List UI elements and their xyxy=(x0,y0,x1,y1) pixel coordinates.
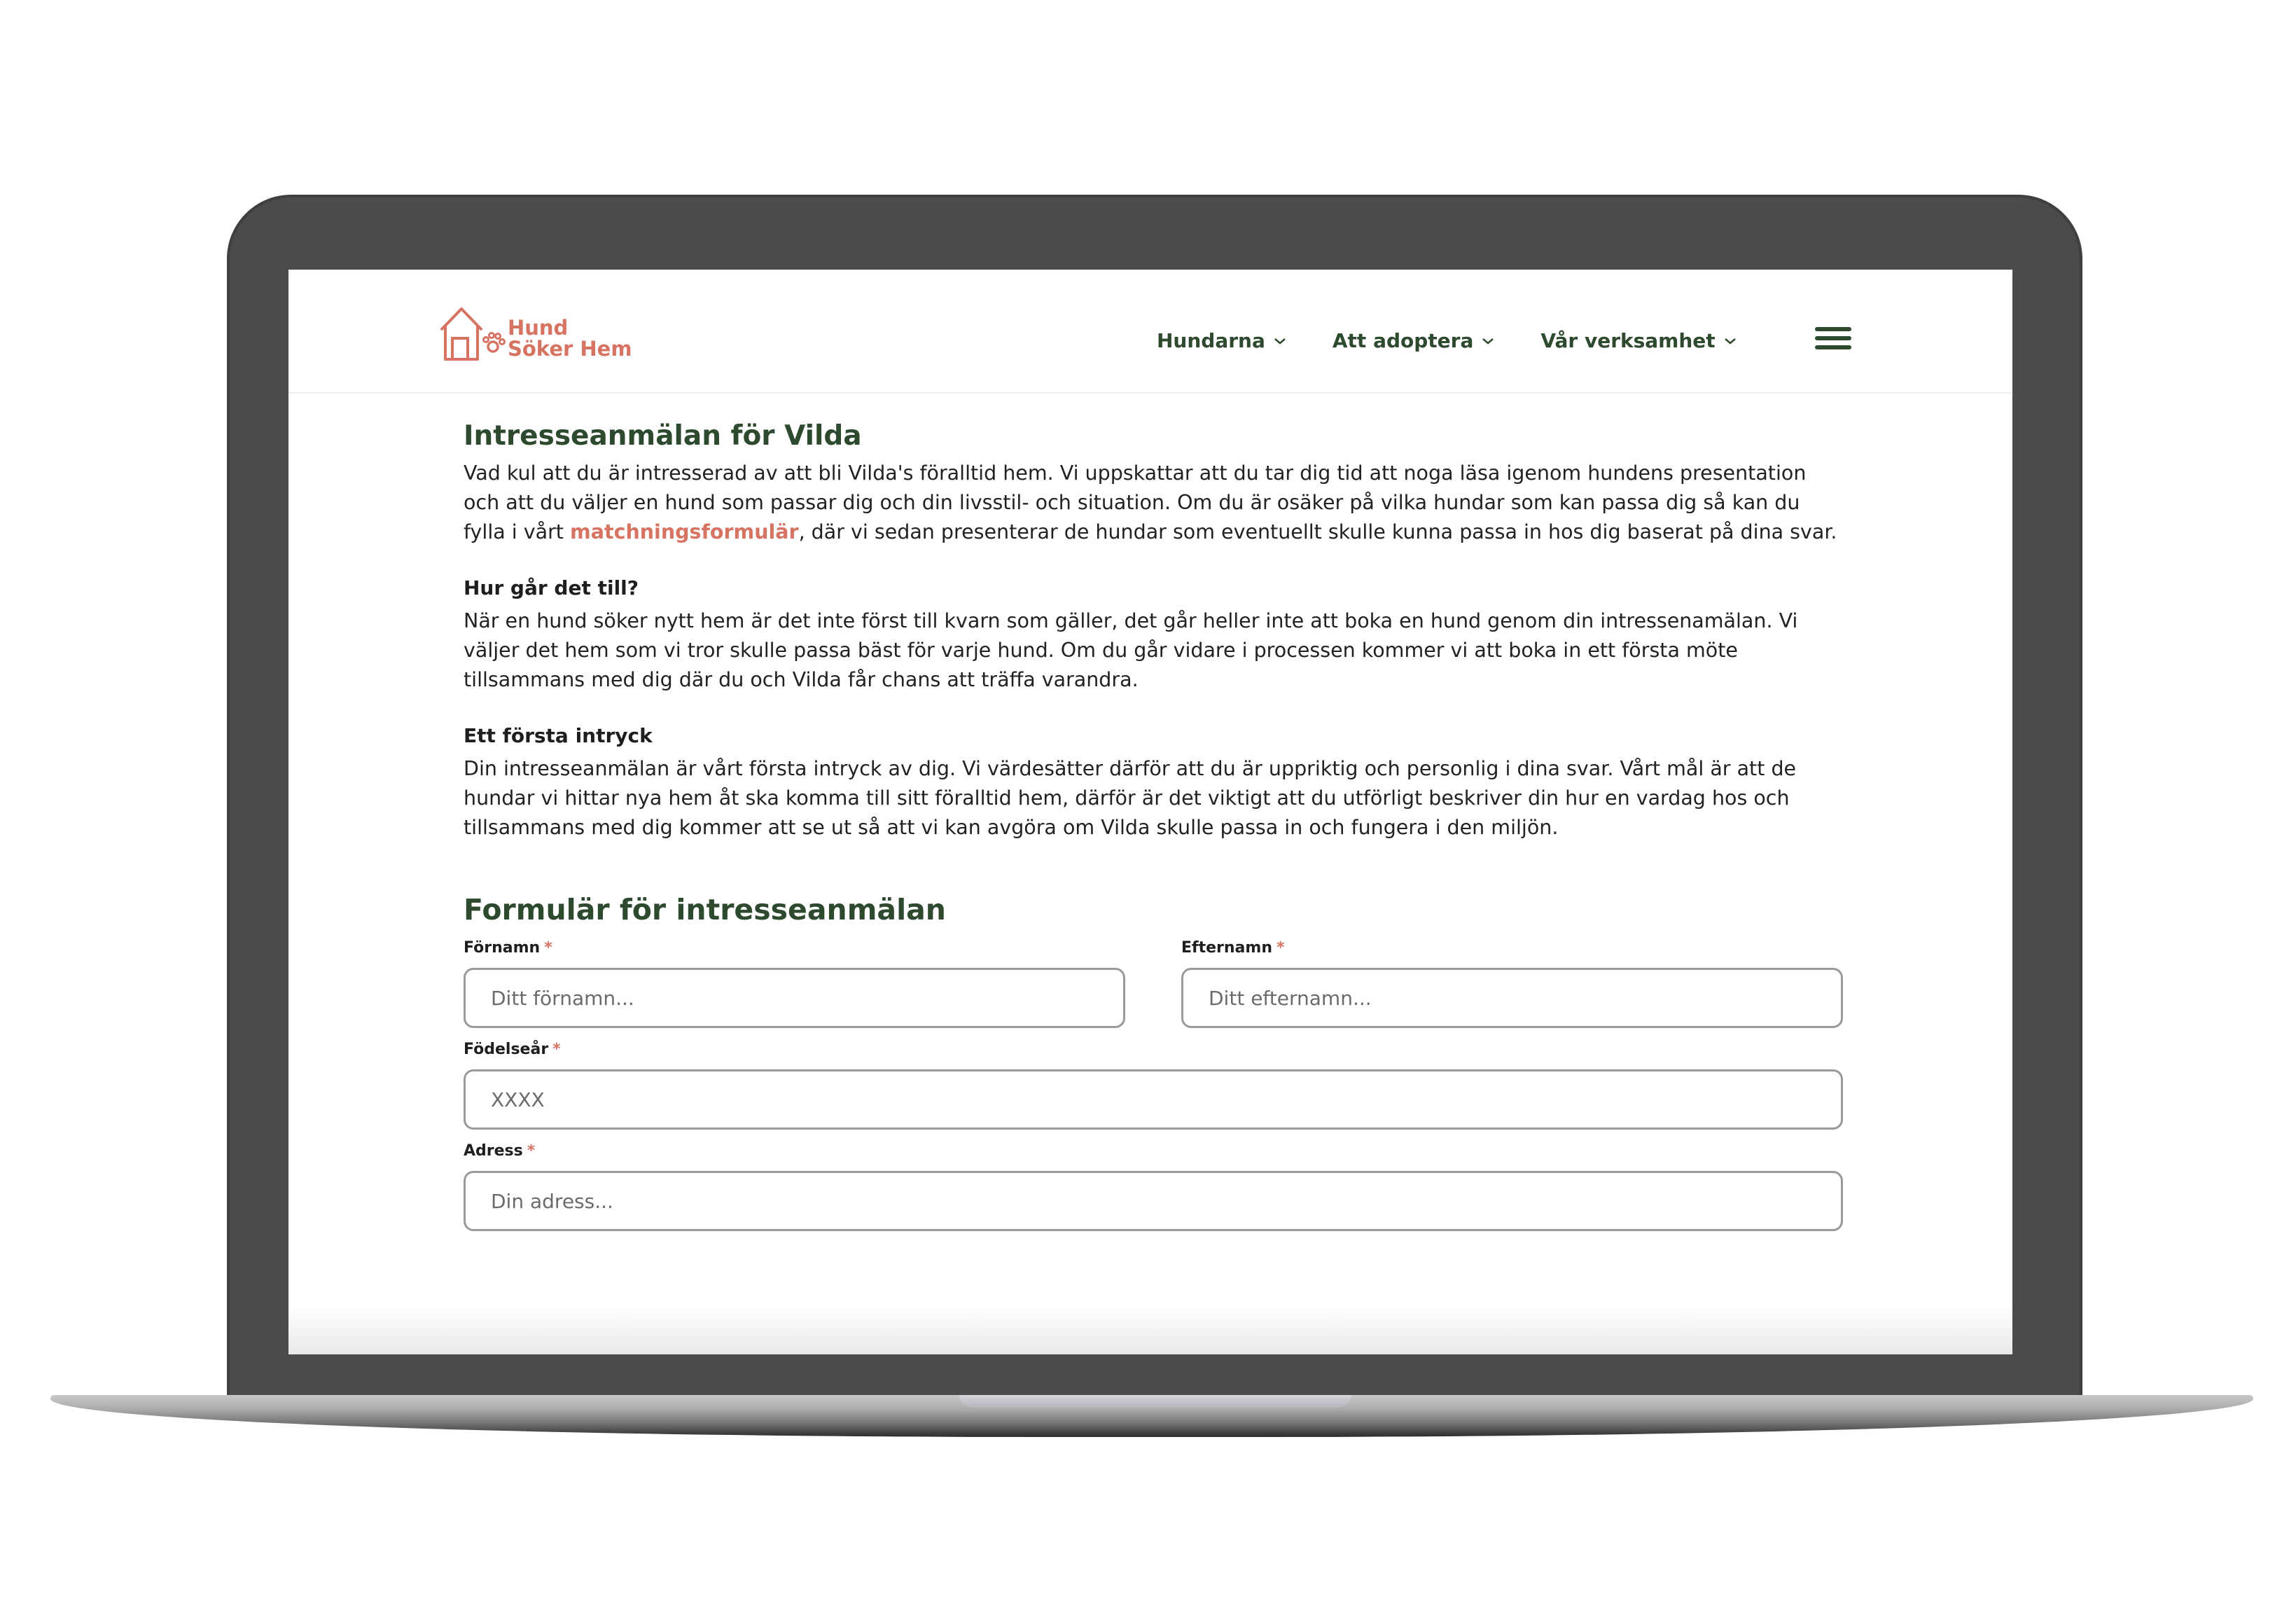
nav-label: Hundarna xyxy=(1157,329,1265,352)
page-title: Intresseanmälan för Vilda xyxy=(464,420,862,452)
hamburger-line xyxy=(1815,327,1851,331)
main-content: Intresseanmälan för Vilda Vad kul att du… xyxy=(464,420,1843,1231)
chevron-down-icon xyxy=(1482,338,1494,345)
required-mark: * xyxy=(527,1142,536,1160)
birthyear-label: Födelseår * xyxy=(464,1041,1843,1058)
form-title: Formulär för intresseanmälan xyxy=(464,893,946,926)
label-text: Förnamn xyxy=(464,939,541,957)
address-input[interactable] xyxy=(464,1171,1843,1231)
hamburger-line xyxy=(1815,345,1851,349)
laptop-notch xyxy=(959,1395,1351,1408)
chevron-down-icon xyxy=(1724,338,1736,345)
nav-item-var-verksamhet[interactable]: Vår verksamhet xyxy=(1540,329,1736,352)
logo-line-2: Söker Hem xyxy=(508,337,632,361)
how-paragraph: När en hund söker nytt hem är det inte f… xyxy=(464,609,1798,691)
impression-heading: Ett första intryck xyxy=(464,724,653,747)
site-header: Hund Söker Hem Hundarna Att adoptera Vår… xyxy=(288,270,2012,394)
required-mark: * xyxy=(544,939,552,957)
nav-item-hundarna[interactable]: Hundarna xyxy=(1157,329,1286,352)
matching-form-link[interactable]: matchningsformulär xyxy=(570,520,799,543)
intro-text-end: , där vi sedan presenterar de hundar som… xyxy=(798,520,1837,543)
address-label: Adress * xyxy=(464,1142,1843,1160)
lastname-field-group: Efternamn * xyxy=(1181,926,1843,1028)
intro-paragraph: Vad kul att du är intresserad av att bli… xyxy=(464,459,1843,547)
screen-fade xyxy=(288,1305,2012,1354)
firstname-input[interactable] xyxy=(464,968,1125,1028)
lastname-label: Efternamn * xyxy=(1181,939,1843,957)
how-heading: Hur går det till? xyxy=(464,576,639,599)
chevron-down-icon xyxy=(1274,338,1286,345)
laptop-screen: Hund Söker Hem Hundarna Att adoptera Vår… xyxy=(288,270,2012,1354)
main-nav: Hundarna Att adoptera Vår verksamhet xyxy=(1157,329,1737,352)
required-mark: * xyxy=(1276,939,1285,957)
birthyear-input[interactable] xyxy=(464,1069,1843,1130)
nav-item-att-adoptera[interactable]: Att adoptera xyxy=(1333,329,1494,352)
required-mark: * xyxy=(552,1041,561,1058)
house-paw-icon xyxy=(440,307,506,361)
label-text: Efternamn xyxy=(1181,939,1272,957)
label-text: Adress xyxy=(464,1142,523,1160)
firstname-label: Förnamn * xyxy=(464,939,1125,957)
firstname-field-group: Förnamn * xyxy=(464,926,1125,1028)
logo-line-1: Hund xyxy=(508,316,569,340)
address-field-group: Adress * xyxy=(464,1142,1843,1231)
label-text: Födelseår xyxy=(464,1041,549,1058)
lastname-input[interactable] xyxy=(1181,968,1843,1028)
birthyear-field-group: Födelseår * xyxy=(464,1041,1843,1130)
nav-label: Vår verksamhet xyxy=(1540,329,1716,352)
impression-paragraph: Din intresseanmälan är vårt första intry… xyxy=(464,757,1797,839)
hamburger-line xyxy=(1815,336,1851,340)
hamburger-icon[interactable] xyxy=(1815,327,1851,352)
name-row: Förnamn* Efternamn* xyxy=(464,926,1843,1028)
logo-text: Hund Söker Hem xyxy=(508,317,632,359)
nav-label: Att adoptera xyxy=(1332,329,1474,352)
